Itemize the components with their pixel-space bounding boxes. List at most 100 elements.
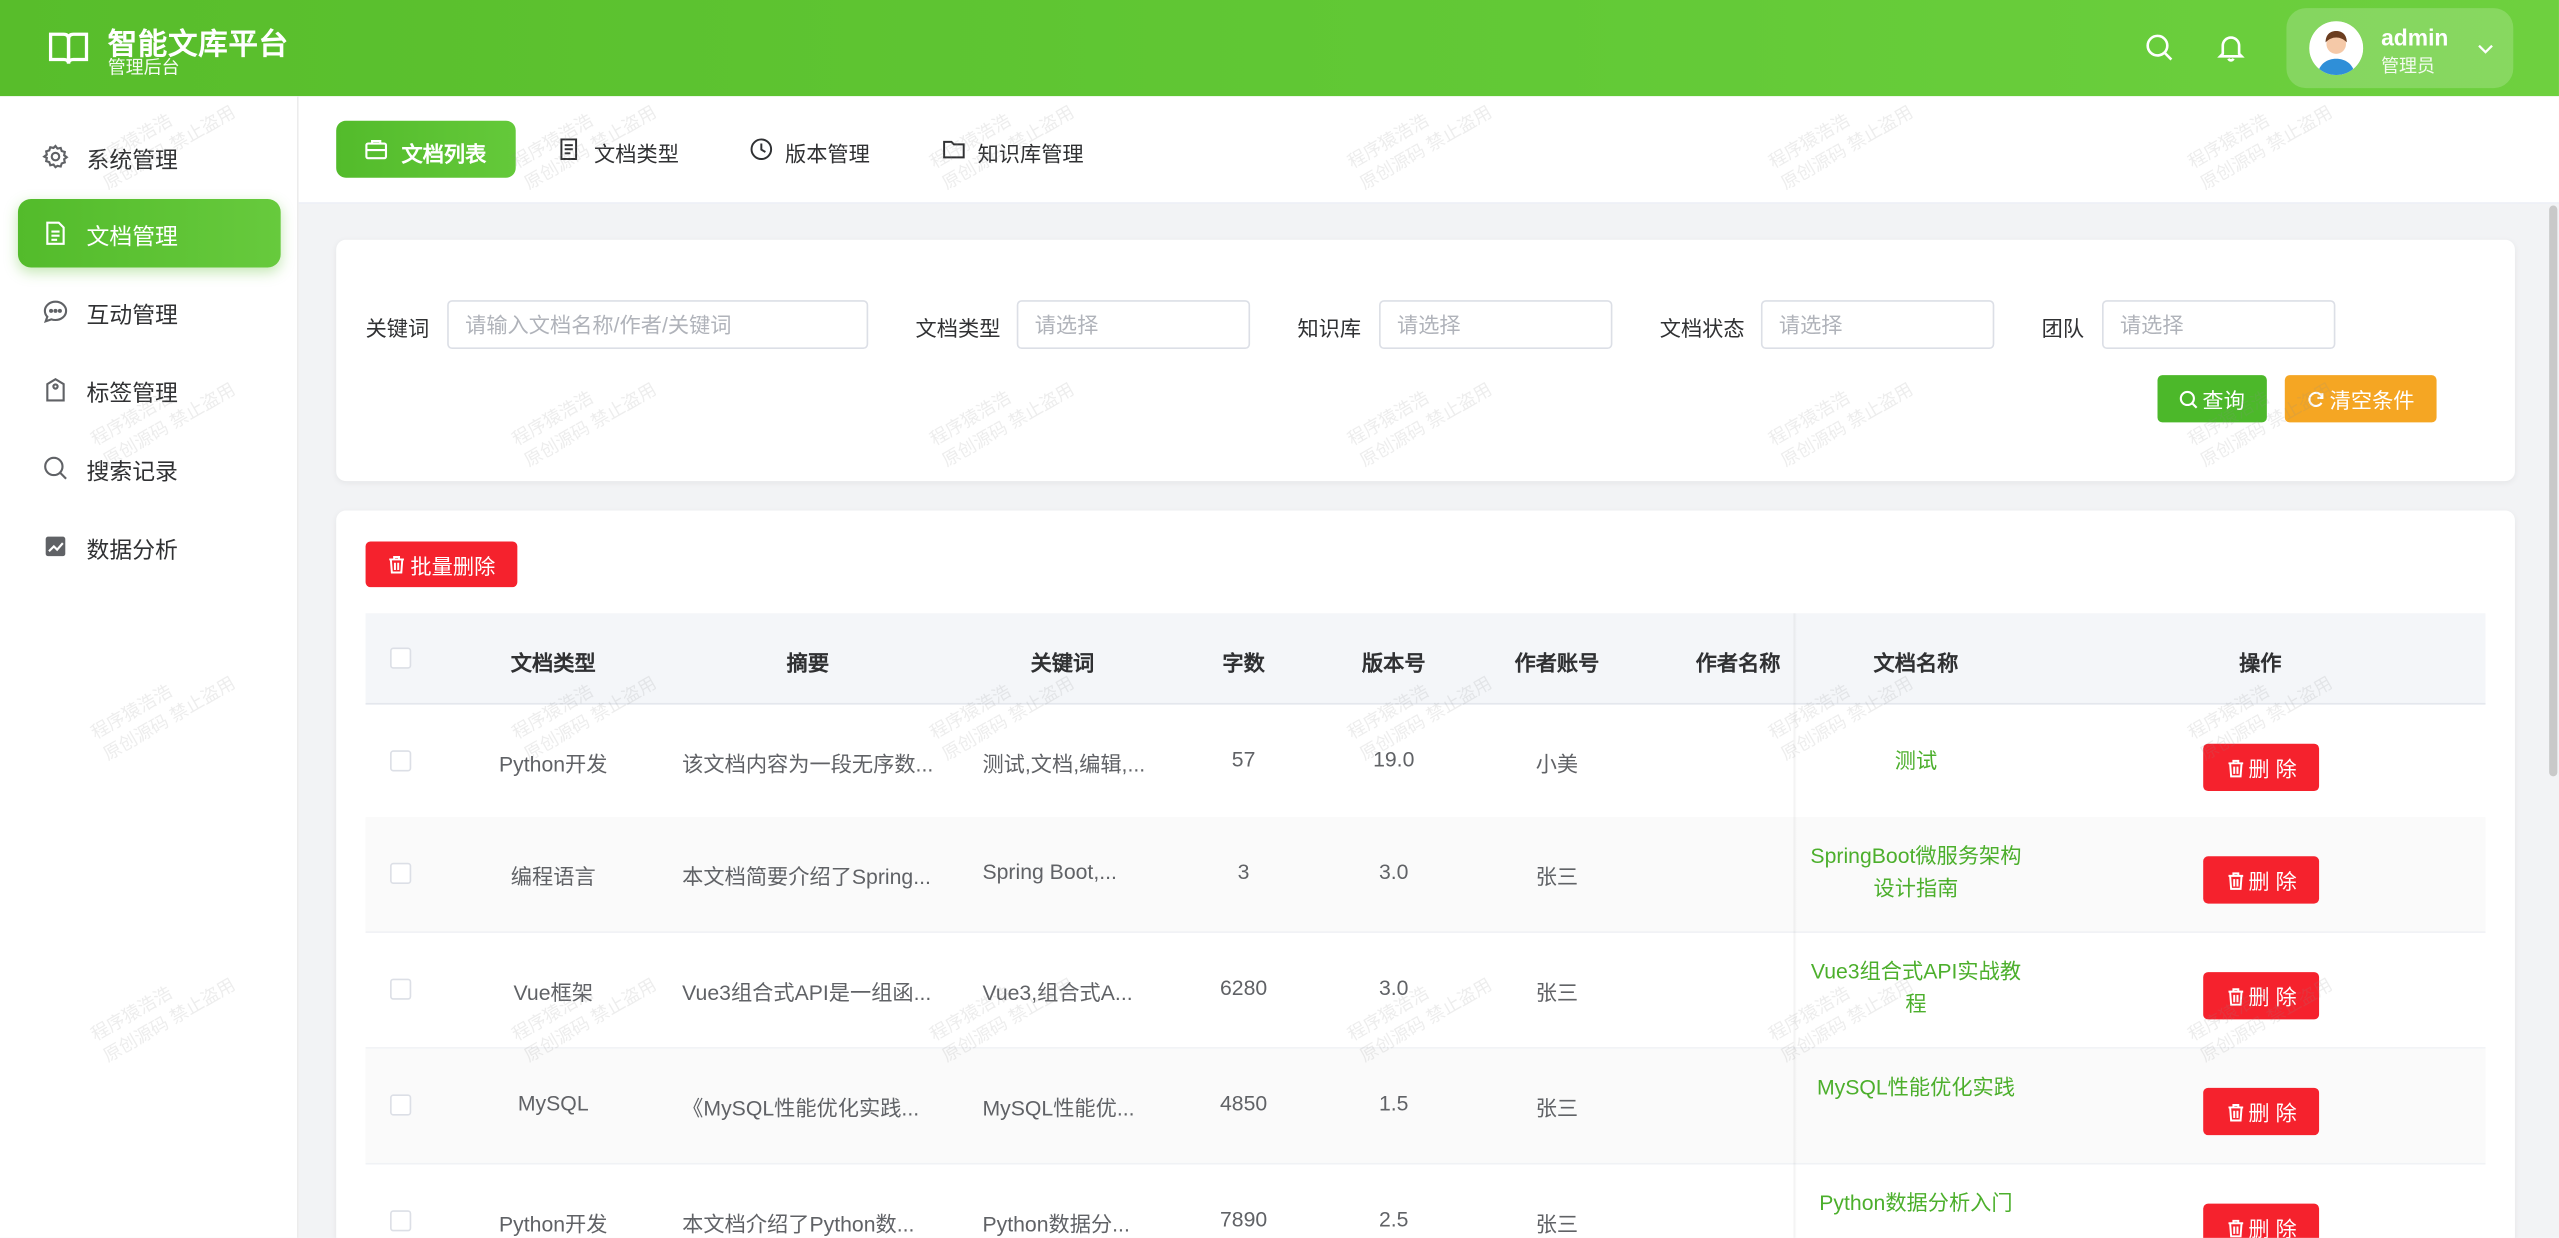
- cell-word-count: 4850: [1219, 1091, 1268, 1116]
- cell-keywords: 测试,文档,编辑,...: [982, 751, 1146, 777]
- chevron-down-icon: [2478, 44, 2493, 54]
- team-label: 团队: [2041, 316, 2085, 341]
- app-root: 智能文库平台 管理后台 admin 管理员 系统管理 文档管理 互动管理 标签管…: [0, 0, 2559, 1238]
- sidebar-item-label: 数据分析: [86, 536, 178, 563]
- delete-button[interactable]: 删 除: [2203, 1087, 2320, 1136]
- cell-word-count: 6280: [1219, 975, 1268, 1000]
- search-icon[interactable]: [2144, 33, 2173, 62]
- trash-icon: [2227, 1219, 2243, 1237]
- delete-button[interactable]: 删 除: [2203, 972, 2320, 1020]
- row-checkbox[interactable]: [390, 1210, 412, 1232]
- keyword-input[interactable]: [447, 300, 869, 350]
- cell-author-account: 张三: [1535, 1211, 1579, 1237]
- sidebar-item-label: 文档管理: [86, 223, 178, 250]
- delete-button[interactable]: 删 除: [2203, 1203, 2320, 1238]
- document-icon: [46, 221, 65, 245]
- sidebar-item-documents[interactable]: 文档管理: [17, 198, 281, 268]
- sidebar: 系统管理 文档管理 互动管理 标签管理 搜索记录 数据分析: [0, 96, 299, 1238]
- top-header: 智能文库平台 管理后台 admin 管理员: [0, 0, 2559, 97]
- sidebar-item-search-history[interactable]: 搜索记录: [18, 434, 281, 503]
- bell-icon[interactable]: [2216, 33, 2245, 62]
- search-button[interactable]: 查询: [2157, 375, 2267, 423]
- cell-keywords: Vue3,组合式A...: [982, 980, 1133, 1005]
- row-checkbox[interactable]: [390, 862, 412, 885]
- filter-panel: [336, 239, 2515, 482]
- tab-document-list[interactable]: 文档列表: [336, 120, 516, 178]
- doc-type-label: 文档类型: [915, 316, 1001, 341]
- chart-icon: [45, 536, 66, 557]
- chat-icon: [43, 300, 68, 324]
- cell-keywords: Spring Boot,...: [982, 859, 1117, 885]
- cell-keywords: MySQL性能优...: [982, 1096, 1135, 1121]
- column-header: 关键词: [1030, 650, 1095, 676]
- knowledge-base-select[interactable]: [1379, 300, 1613, 350]
- cell-version: 2.5: [1378, 1206, 1409, 1232]
- cell-author-account: 张三: [1535, 980, 1579, 1005]
- cell-word-count: 57: [1231, 746, 1256, 772]
- tab-label: 文档列表: [401, 141, 487, 167]
- column-header: 文档名称: [1873, 650, 1959, 676]
- tab-knowledge-base[interactable]: 知识库管理: [929, 121, 1109, 178]
- cell-doc-name-link[interactable]: Vue3组合式API实战教程: [1810, 956, 2022, 1021]
- column-header: 版本号: [1361, 650, 1426, 676]
- fixed-column-divider: [1793, 613, 1797, 1238]
- column-header: 作者账号: [1514, 650, 1600, 676]
- team-select[interactable]: [2102, 300, 2336, 350]
- cell-doc-name-link[interactable]: MySQL性能优化实践: [1810, 1072, 2022, 1105]
- row-checkbox[interactable]: [390, 978, 412, 1000]
- delete-button[interactable]: 删 除: [2203, 856, 2320, 904]
- trash-icon: [2227, 759, 2243, 777]
- cell-author-account: 小美: [1535, 751, 1579, 777]
- clear-filters-button[interactable]: 清空条件: [2284, 375, 2437, 423]
- sidebar-item-system[interactable]: 系统管理: [18, 122, 281, 191]
- clock-icon: [750, 138, 773, 161]
- cell-summary: 《MySQL性能优化实践...: [682, 1096, 920, 1121]
- row-checkbox[interactable]: [390, 1094, 412, 1116]
- tab-label: 文档类型: [594, 141, 679, 167]
- user-role: 管理员: [2381, 57, 2435, 77]
- cell-summary: 本文档简要介绍了Spring...: [682, 864, 931, 889]
- brand-subtitle: 管理后台: [107, 58, 180, 79]
- row-checkbox[interactable]: [390, 750, 412, 772]
- column-header: 字数: [1222, 650, 1265, 676]
- search-icon: [44, 456, 67, 480]
- batch-delete-label: 批量删除: [410, 553, 496, 579]
- delete-button[interactable]: 删 除: [2203, 743, 2320, 792]
- cell-doc-name-link[interactable]: 测试: [1810, 745, 2022, 778]
- briefcase-icon: [365, 140, 388, 160]
- user-menu[interactable]: admin 管理员: [2286, 8, 2514, 89]
- table-row: Python开发 该文档内容为一段无序数... 测试,文档,编辑,... 57 19.0…: [365, 705, 2486, 821]
- tab-label: 版本管理: [784, 141, 870, 167]
- sidebar-item-label: 系统管理: [86, 146, 178, 173]
- column-header: 作者名称: [1695, 650, 1781, 676]
- select-all-checkbox[interactable]: [390, 647, 412, 669]
- table-header: 文档类型 摘要 关键词 字数 版本号 作者账号 作者名称 文档名称 操作: [365, 613, 2486, 705]
- batch-delete-button[interactable]: 批量删除: [365, 541, 518, 588]
- delete-button-label: 删 除: [2248, 756, 2297, 782]
- refresh-icon: [2309, 391, 2325, 407]
- sidebar-item-label: 搜索记录: [86, 458, 178, 485]
- cell-doc-type: 编程语言: [510, 864, 596, 889]
- cell-doc-name-link[interactable]: Python数据分析入门: [1810, 1187, 2022, 1220]
- tab-version-management[interactable]: 版本管理: [736, 121, 883, 178]
- sidebar-item-tags[interactable]: 标签管理: [18, 356, 281, 425]
- delete-button-label: 删 除: [2248, 869, 2297, 894]
- doc-status-select[interactable]: [1760, 300, 1995, 350]
- cell-version: 1.5: [1378, 1091, 1409, 1116]
- cell-summary: Vue3组合式API是一组函...: [682, 980, 932, 1005]
- cell-word-count: 3: [1237, 859, 1250, 885]
- cell-summary: 该文档内容为一段无序数...: [682, 751, 934, 777]
- column-header: 操作: [2239, 650, 2282, 676]
- sidebar-item-analytics[interactable]: 数据分析: [18, 512, 281, 581]
- sidebar-item-interaction[interactable]: 互动管理: [18, 277, 281, 346]
- table-row: MySQL 《MySQL性能优化实践... MySQL性能优... 4850 1.5 张三…: [365, 1048, 2486, 1165]
- doc-type-select[interactable]: [1016, 300, 1251, 350]
- cell-keywords: Python数据分...: [982, 1211, 1130, 1237]
- cell-doc-type: Python开发: [498, 1211, 608, 1237]
- cell-doc-name-link[interactable]: SpringBoot微服务架构设计指南: [1810, 840, 2022, 905]
- page-scrollbar[interactable]: [2549, 205, 2558, 777]
- avatar: [2309, 21, 2364, 76]
- tab-document-types[interactable]: 文档类型: [543, 121, 690, 178]
- book-logo-icon: [48, 32, 89, 64]
- cell-doc-type: Python开发: [498, 751, 608, 777]
